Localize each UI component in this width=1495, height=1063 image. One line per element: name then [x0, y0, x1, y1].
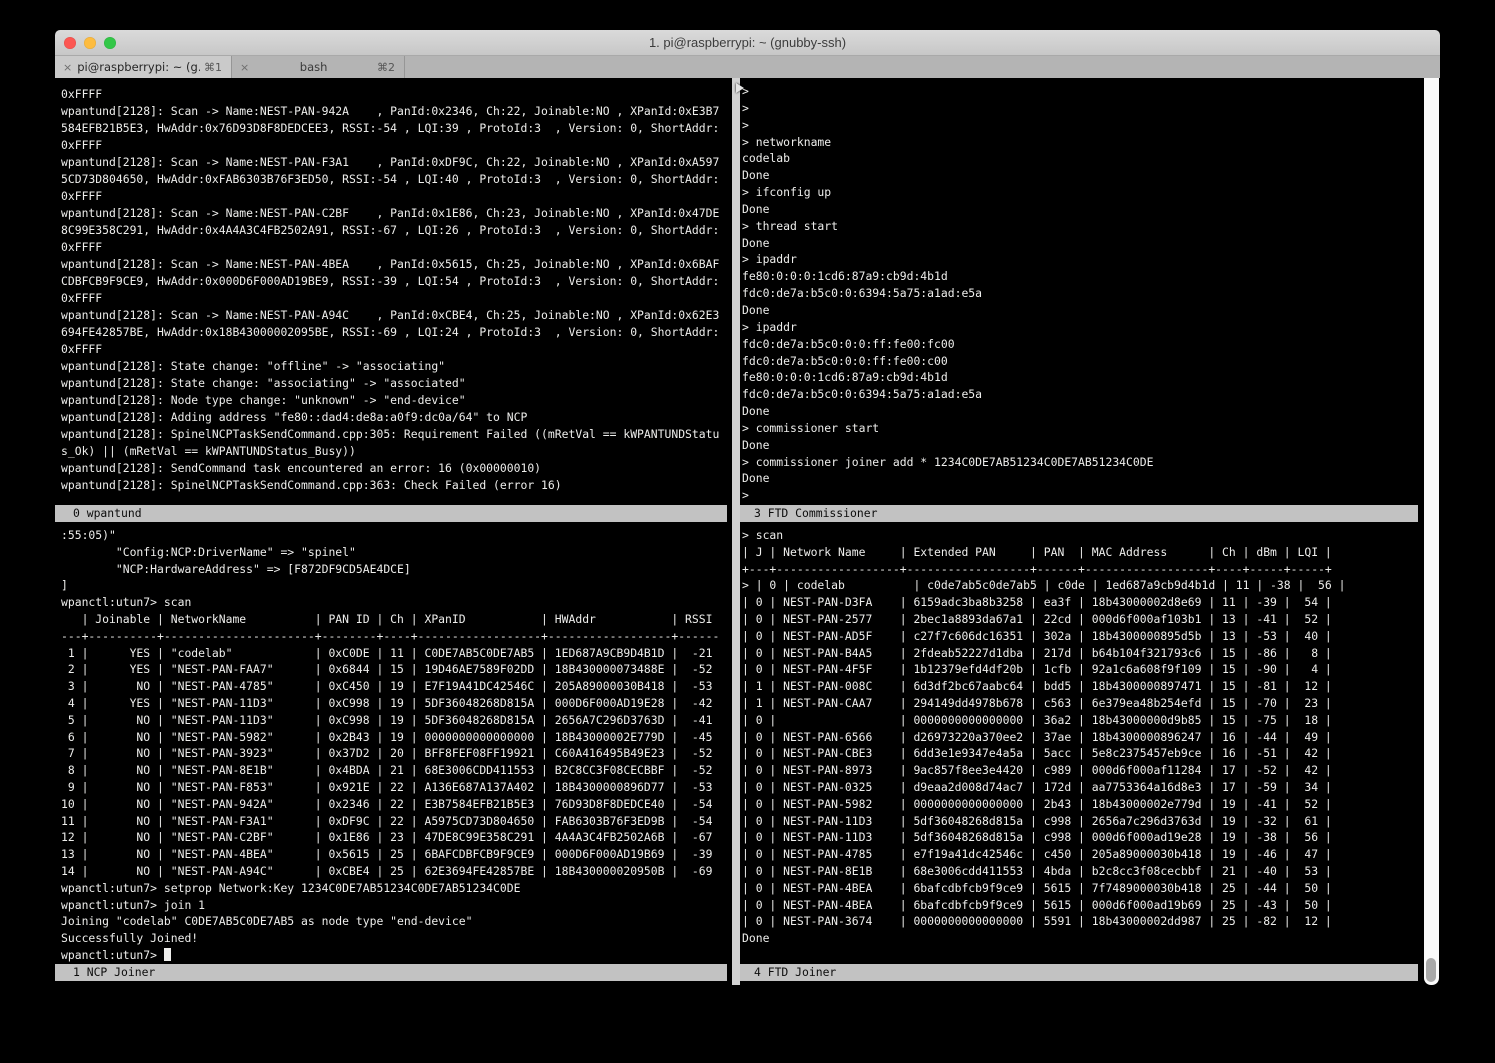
pane-ncp-joiner[interactable]: :55:05)" "Config:NCP:DriverName" => "spi… — [55, 522, 732, 964]
pane-wpantund-output: 0xFFFF wpantund[2128]: Scan -> Name:NEST… — [55, 78, 732, 494]
pane-ftd-commissioner-output: > > > > networkname codelab Done > ifcon… — [740, 78, 1424, 504]
pane-status-wpantund: 0 wpantund — [55, 505, 727, 522]
pane-status-ncp-joiner: 1 NCP Joiner — [55, 964, 727, 981]
tab-label: bash — [254, 60, 373, 74]
close-button[interactable] — [64, 37, 76, 49]
pane-ncp-joiner-output: :55:05)" "Config:NCP:DriverName" => "spi… — [55, 522, 732, 964]
pane-divider[interactable] — [732, 78, 740, 985]
traffic-lights — [64, 37, 116, 49]
tab-close-icon[interactable]: × — [55, 61, 77, 74]
tab-bar-filler — [405, 56, 1440, 78]
pane-status-ftd-commissioner: 3 FTD Commissioner — [740, 505, 1418, 522]
tab-label: pi@raspberrypi: ~ (g... — [77, 60, 200, 74]
pane-wpantund[interactable]: 0xFFFF wpantund[2128]: Scan -> Name:NEST… — [55, 78, 732, 505]
tab-bash[interactable]: × bash ⌘2 — [232, 56, 405, 78]
tab-close-icon[interactable]: × — [232, 61, 254, 74]
mouse-cursor-icon — [736, 83, 744, 93]
pane-ftd-commissioner[interactable]: > > > > networkname codelab Done > ifcon… — [740, 78, 1424, 505]
tab-ssh[interactable]: × pi@raspberrypi: ~ (g... ⌘1 — [55, 56, 232, 78]
minimize-button[interactable] — [84, 37, 96, 49]
window-title: 1. pi@raspberrypi: ~ (gnubby-ssh) — [55, 30, 1440, 55]
scrollbar-thumb[interactable] — [1426, 958, 1436, 982]
tab-shortcut: ⌘2 — [373, 61, 404, 74]
window-titlebar[interactable]: 1. pi@raspberrypi: ~ (gnubby-ssh) — [55, 30, 1440, 56]
scrollbar[interactable] — [1424, 78, 1439, 985]
terminal-content: 0xFFFF wpantund[2128]: Scan -> Name:NEST… — [55, 78, 1440, 985]
terminal-window: 1. pi@raspberrypi: ~ (gnubby-ssh) × pi@r… — [55, 30, 1440, 985]
tab-bar: × pi@raspberrypi: ~ (g... ⌘1 × bash ⌘2 — [55, 56, 1440, 78]
tab-shortcut: ⌘1 — [200, 61, 231, 74]
pane-ftd-joiner-output: > scan | J | Network Name | Extended PAN… — [740, 522, 1424, 947]
terminal-cursor — [164, 948, 171, 961]
zoom-button[interactable] — [104, 37, 116, 49]
pane-status-ftd-joiner: 4 FTD Joiner — [740, 964, 1418, 981]
pane-ftd-joiner[interactable]: > scan | J | Network Name | Extended PAN… — [740, 522, 1424, 964]
